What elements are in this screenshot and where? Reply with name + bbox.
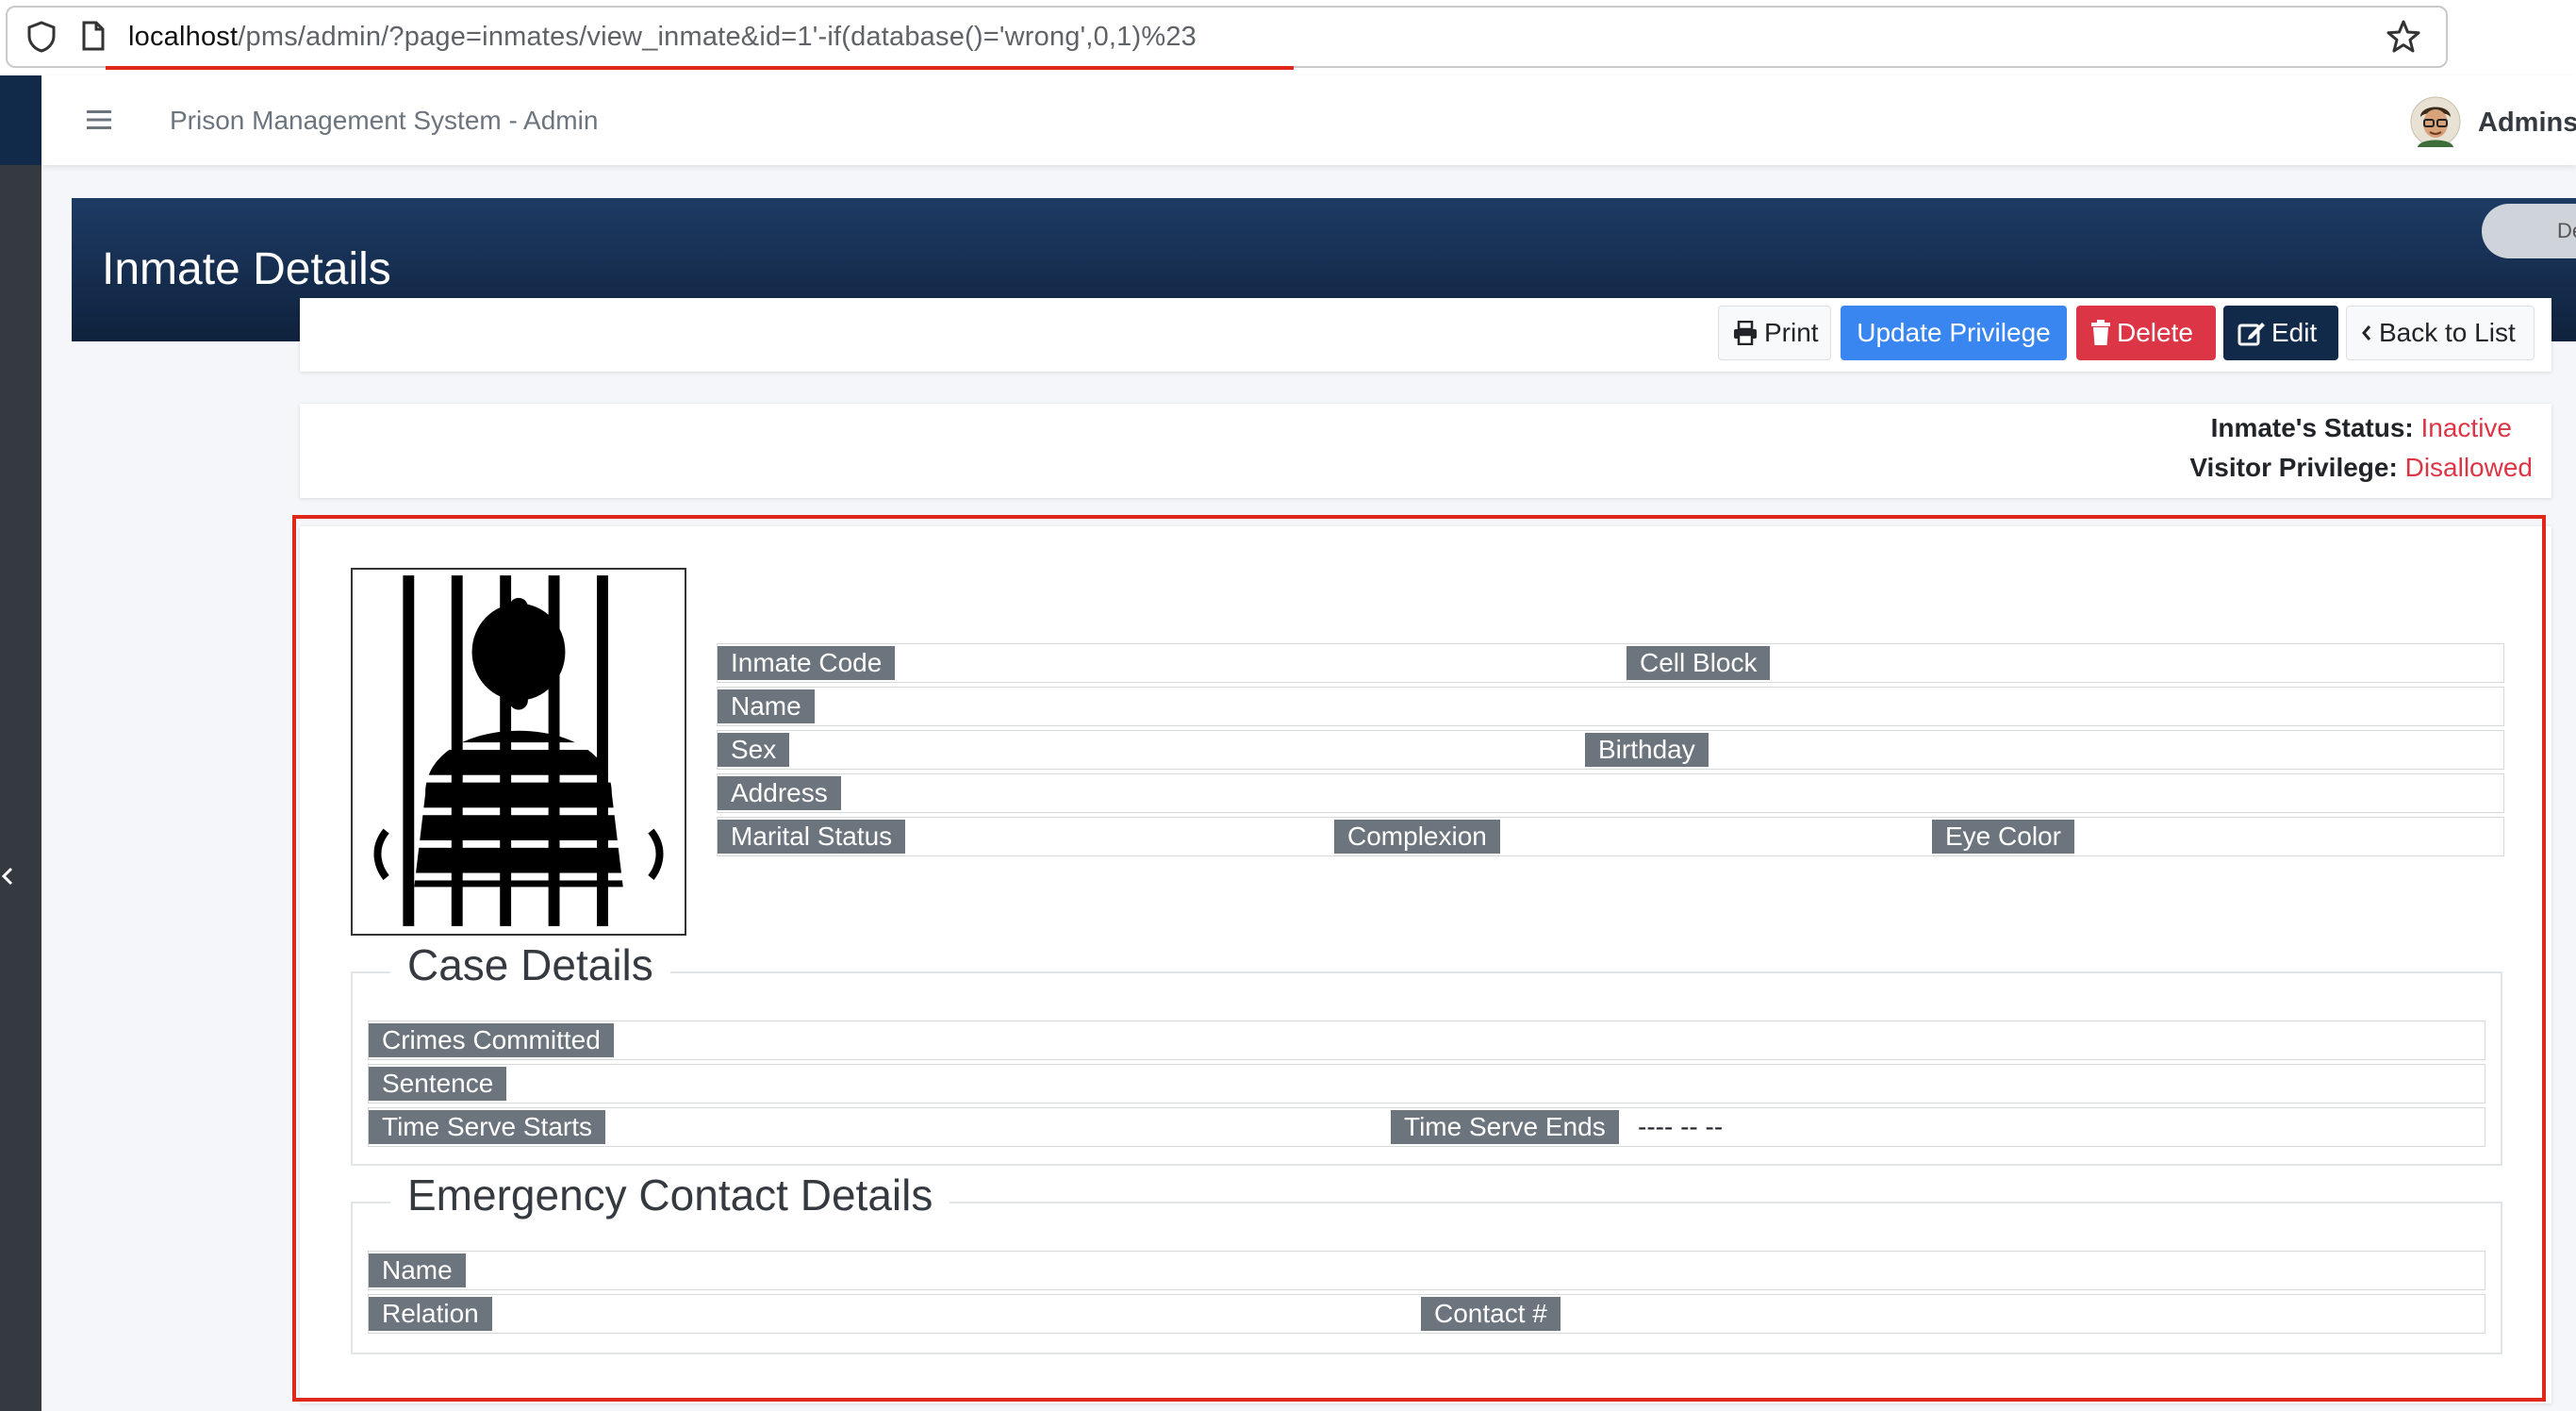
edit-icon: [2237, 323, 2265, 346]
star-icon[interactable]: [2386, 19, 2421, 55]
inmate-row-1: Inmate Code Cell Block: [717, 643, 2504, 683]
inmate-status-label: Inmate's Status:: [2210, 413, 2414, 442]
address-bar[interactable]: localhost/pms/admin/?page=inmates/view_i…: [6, 6, 2448, 68]
emergency-row-2: Relation Contact #: [368, 1294, 2485, 1334]
time-serve-ends-value: ---- -- --: [1638, 1112, 1724, 1141]
action-toolbar: Print Update Privilege Delete Edit Back …: [300, 298, 2551, 372]
emergency-row-1: Name: [368, 1251, 2485, 1290]
print-button[interactable]: Print: [1718, 306, 1831, 360]
inmate-row-2: Name: [717, 687, 2504, 726]
emergency-name-label: Name: [369, 1253, 466, 1287]
eye-color-label: Eye Color: [1932, 820, 2074, 854]
url-host: localhost: [128, 22, 239, 52]
inmate-row-4: Address: [717, 773, 2504, 813]
crimes-committed-label: Crimes Committed: [369, 1023, 614, 1057]
inmate-status-value: Inactive: [2420, 413, 2513, 442]
page-title: Inmate Details: [102, 244, 391, 294]
address-label: Address: [718, 776, 841, 810]
sidebar: [0, 165, 41, 1411]
time-serve-starts-label: Time Serve Starts: [369, 1110, 606, 1144]
emergency-contact-title: Emergency Contact Details: [390, 1170, 950, 1220]
relation-label: Relation: [369, 1297, 492, 1331]
case-row-3: Time Serve Starts Time Serve Ends ---- -…: [368, 1107, 2485, 1147]
url-text[interactable]: localhost/pms/admin/?page=inmates/view_i…: [128, 8, 1197, 66]
delete-label: Delete: [2117, 318, 2193, 347]
edit-button[interactable]: Edit: [2223, 306, 2338, 360]
cell-block-label: Cell Block: [1627, 646, 1771, 680]
menu-icon[interactable]: [87, 109, 111, 130]
prisoner-icon: [373, 575, 664, 926]
url-annotation-underline: [106, 66, 1294, 70]
app-title: Prison Management System - Admin: [170, 106, 599, 135]
avatar[interactable]: [2410, 96, 2461, 147]
status-card: Inmate's Status: Inactive Visitor Privil…: [300, 404, 2551, 498]
update-privilege-label: Update Privilege: [1857, 318, 2051, 347]
sidebar-toggle-icon[interactable]: [0, 865, 17, 888]
visitor-privilege-label: Visitor Privilege:: [2189, 453, 2398, 482]
shield-icon[interactable]: [26, 21, 57, 53]
browser-toolbar: localhost/pms/admin/?page=inmates/view_i…: [0, 0, 2576, 76]
top-navbar: Prison Management System - Admin Admins: [41, 75, 2576, 165]
back-to-list-button[interactable]: Back to List: [2346, 306, 2535, 360]
chevron-left-icon: [2362, 325, 2371, 340]
page-icon: [82, 21, 105, 51]
inmate-code-label: Inmate Code: [718, 646, 896, 680]
case-row-2: Sentence: [368, 1064, 2485, 1104]
inmate-photo: [351, 568, 686, 936]
back-to-list-label: Back to List: [2379, 318, 2516, 347]
print-label: Print: [1764, 318, 1819, 347]
inmate-row-5: Marital Status Complexion Eye Color: [717, 817, 2504, 856]
print-icon: [1734, 321, 1757, 345]
update-privilege-button[interactable]: Update Privilege: [1841, 306, 2067, 360]
url-path: /pms/admin/?page=inmates/view_inmate&id=…: [238, 22, 1197, 52]
marital-status-label: Marital Status: [718, 820, 906, 854]
inmate-status: Inmate's Status: Inactive: [2211, 413, 2512, 443]
visitor-privilege-value: Disallowed: [2404, 453, 2533, 482]
visitor-privilege: Visitor Privilege: Disallowed: [2189, 453, 2533, 483]
time-serve-ends-label: Time Serve Ends: [1391, 1110, 1619, 1144]
birthday-label: Birthday: [1585, 733, 1709, 767]
trash-icon: [2091, 320, 2110, 345]
edit-label: Edit: [2271, 318, 2318, 347]
sidebar-brand: [0, 75, 41, 165]
delete-button[interactable]: Delete: [2076, 306, 2216, 360]
contact-number-label: Contact #: [1421, 1297, 1560, 1331]
dev-toggle[interactable]: Dev: [2482, 204, 2576, 258]
complexion-label: Complexion: [1334, 820, 1500, 854]
user-name[interactable]: Admins: [2478, 75, 2576, 165]
sex-label: Sex: [718, 733, 790, 767]
case-row-1: Crimes Committed: [368, 1021, 2485, 1060]
case-details-title: Case Details: [390, 939, 670, 990]
dev-label: Dev: [2557, 219, 2576, 242]
name-label: Name: [718, 689, 815, 723]
sentence-label: Sentence: [369, 1067, 507, 1101]
inmate-row-3: Sex Birthday: [717, 730, 2504, 770]
